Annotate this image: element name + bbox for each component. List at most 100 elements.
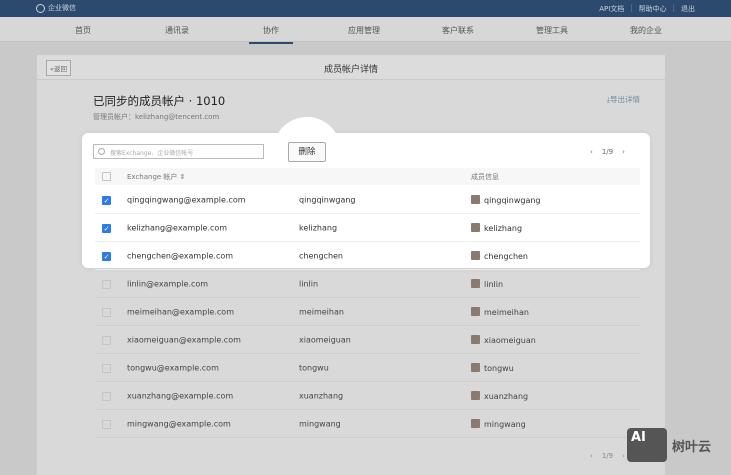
watermark-logo: AI bbox=[627, 428, 667, 462]
member-name: xuanzhang bbox=[484, 391, 529, 401]
exchange-email: linlin@example.com bbox=[127, 279, 209, 288]
tab-customer-contact[interactable]: 客户联系 bbox=[442, 25, 474, 36]
main-nav: 首页 通讯录 协作 应用管理 客户联系 管理工具 我的企业 bbox=[0, 17, 731, 44]
exchange-email: tongwu@example.com bbox=[127, 363, 219, 372]
search-input[interactable]: 搜索Exchange、企业微信帐号 bbox=[93, 144, 264, 159]
tab-app-management[interactable]: 应用管理 bbox=[348, 25, 380, 36]
logout-link[interactable]: 退出 bbox=[681, 4, 695, 14]
header-exchange-account[interactable]: Exchange 帐户 ⇕ bbox=[127, 172, 186, 182]
row-checkbox[interactable]: ✓ bbox=[102, 223, 111, 233]
avatar bbox=[471, 334, 480, 344]
pagination-top: ‹ 1/9 › bbox=[590, 148, 625, 156]
table-row[interactable]: ✓ qingqingwang@example.com qingqinwgang … bbox=[95, 186, 640, 214]
admin-account: 管理员帐户：kelizhang@tencent.com bbox=[93, 113, 220, 121]
tab-contacts[interactable]: 通讯录 bbox=[165, 25, 189, 36]
member-name: linlin bbox=[484, 279, 504, 289]
wecom-account: linlin bbox=[299, 279, 319, 288]
tab-my-enterprise[interactable]: 我的企业 bbox=[630, 25, 662, 36]
wecom-account: mingwang bbox=[299, 419, 341, 428]
member-name: mingwang bbox=[484, 419, 526, 429]
table-row[interactable]: xuanzhang@example.com xuanzhang xuanzhan… bbox=[95, 382, 640, 410]
member-name: chengchen bbox=[484, 251, 528, 261]
member-name: meimeihan bbox=[484, 307, 529, 317]
row-checkbox[interactable]: ✓ bbox=[102, 195, 111, 205]
page-indicator: 1/9 bbox=[601, 148, 614, 156]
divider: | bbox=[672, 4, 675, 12]
member-info: mingwang bbox=[471, 418, 526, 429]
row-checkbox[interactable]: ✓ bbox=[102, 251, 111, 261]
member-name: xiaomeiguan bbox=[484, 335, 536, 345]
table-row[interactable]: xiaomeiguan@example.com xiaomeiguan xiao… bbox=[95, 326, 640, 354]
member-name: tongwu bbox=[484, 363, 514, 373]
watermark: AI 树叶云 bbox=[627, 428, 711, 462]
export-details-link[interactable]: ⤓导出详情 bbox=[607, 94, 640, 105]
member-info: tongwu bbox=[471, 362, 514, 373]
prev-page-icon[interactable]: ‹ bbox=[590, 148, 593, 156]
api-docs-link[interactable]: API文档 bbox=[599, 4, 624, 14]
wecom-account: xiaomeiguan bbox=[299, 335, 351, 344]
search-placeholder: 搜索Exchange、企业微信帐号 bbox=[110, 150, 194, 157]
member-info: kelizhang bbox=[471, 222, 523, 233]
exchange-email: qingqingwang@example.com bbox=[127, 195, 246, 204]
table-header: Exchange 帐户 ⇕ 成员信息 bbox=[95, 168, 640, 185]
table-row[interactable]: linlin@example.com linlin linlin bbox=[95, 270, 640, 298]
logo[interactable]: 企业微信 bbox=[36, 3, 76, 13]
logo-text: 企业微信 bbox=[48, 4, 76, 12]
help-center-link[interactable]: 帮助中心 bbox=[639, 4, 667, 14]
wecom-account: tongwu bbox=[299, 363, 329, 372]
page-indicator: 1/9 bbox=[601, 452, 614, 460]
row-checkbox[interactable] bbox=[102, 363, 111, 373]
tab-management-tools[interactable]: 管理工具 bbox=[536, 25, 568, 36]
member-info: linlin bbox=[471, 278, 504, 289]
avatar bbox=[471, 418, 480, 428]
wecom-account: qingqinwgang bbox=[299, 195, 356, 204]
avatar bbox=[471, 390, 480, 400]
delete-button[interactable]: 删除 bbox=[288, 142, 326, 162]
top-bar: 企业微信 API文档 | 帮助中心 | 退出 bbox=[0, 0, 731, 17]
member-info: xiaomeiguan bbox=[471, 334, 536, 345]
table-row[interactable]: ✓ chengchen@example.com chengchen chengc… bbox=[95, 242, 640, 270]
avatar bbox=[471, 362, 480, 372]
wecom-logo-icon bbox=[36, 3, 45, 13]
next-page-icon[interactable]: › bbox=[622, 148, 625, 156]
exchange-email: kelizhang@example.com bbox=[127, 223, 228, 232]
search-icon bbox=[98, 148, 105, 155]
avatar bbox=[471, 306, 480, 316]
avatar bbox=[471, 194, 480, 204]
panel-title: 成员帐户详情 bbox=[323, 65, 378, 75]
table-row[interactable]: mingwang@example.com mingwang mingwang bbox=[95, 410, 640, 438]
prev-page-icon[interactable]: ‹ bbox=[590, 452, 593, 460]
row-checkbox[interactable] bbox=[102, 419, 111, 429]
avatar bbox=[471, 222, 480, 232]
wecom-account: xuanzhang bbox=[299, 391, 344, 400]
page-title: 已同步的成员帐户 · 1010 bbox=[93, 94, 226, 108]
header-member-info: 成员信息 bbox=[471, 172, 499, 181]
tab-collaboration[interactable]: 协作 bbox=[249, 25, 293, 44]
exchange-email: chengchen@example.com bbox=[127, 251, 234, 260]
exchange-email: xiaomeiguan@example.com bbox=[127, 335, 241, 344]
member-info: meimeihan bbox=[471, 306, 529, 317]
row-checkbox[interactable] bbox=[102, 307, 111, 317]
avatar bbox=[471, 278, 480, 288]
row-checkbox[interactable] bbox=[102, 335, 111, 345]
exchange-email: meimeihan@example.com bbox=[127, 307, 234, 316]
member-info: xuanzhang bbox=[471, 390, 529, 401]
member-info: qingqinwgang bbox=[471, 194, 541, 205]
row-checkbox[interactable] bbox=[102, 391, 111, 401]
table-row[interactable]: meimeihan@example.com meimeihan meimeiha… bbox=[95, 298, 640, 326]
select-all-checkbox[interactable] bbox=[102, 172, 111, 181]
row-checkbox[interactable] bbox=[102, 279, 111, 289]
divider: | bbox=[630, 4, 633, 12]
tab-home[interactable]: 首页 bbox=[75, 25, 91, 36]
member-name: kelizhang bbox=[484, 223, 523, 233]
member-info: chengchen bbox=[471, 250, 528, 261]
table-row[interactable]: tongwu@example.com tongwu tongwu bbox=[95, 354, 640, 382]
exchange-email: xuanzhang@example.com bbox=[127, 391, 234, 400]
watermark-text: 树叶云 bbox=[672, 439, 712, 455]
wecom-account: meimeihan bbox=[299, 307, 344, 316]
pagination-bottom: ‹ 1/9 › bbox=[590, 452, 625, 460]
avatar bbox=[471, 250, 480, 260]
exchange-email: mingwang@example.com bbox=[127, 419, 231, 428]
next-page-icon[interactable]: › bbox=[622, 452, 625, 460]
table-row[interactable]: ✓ kelizhang@example.com kelizhang kelizh… bbox=[95, 214, 640, 242]
